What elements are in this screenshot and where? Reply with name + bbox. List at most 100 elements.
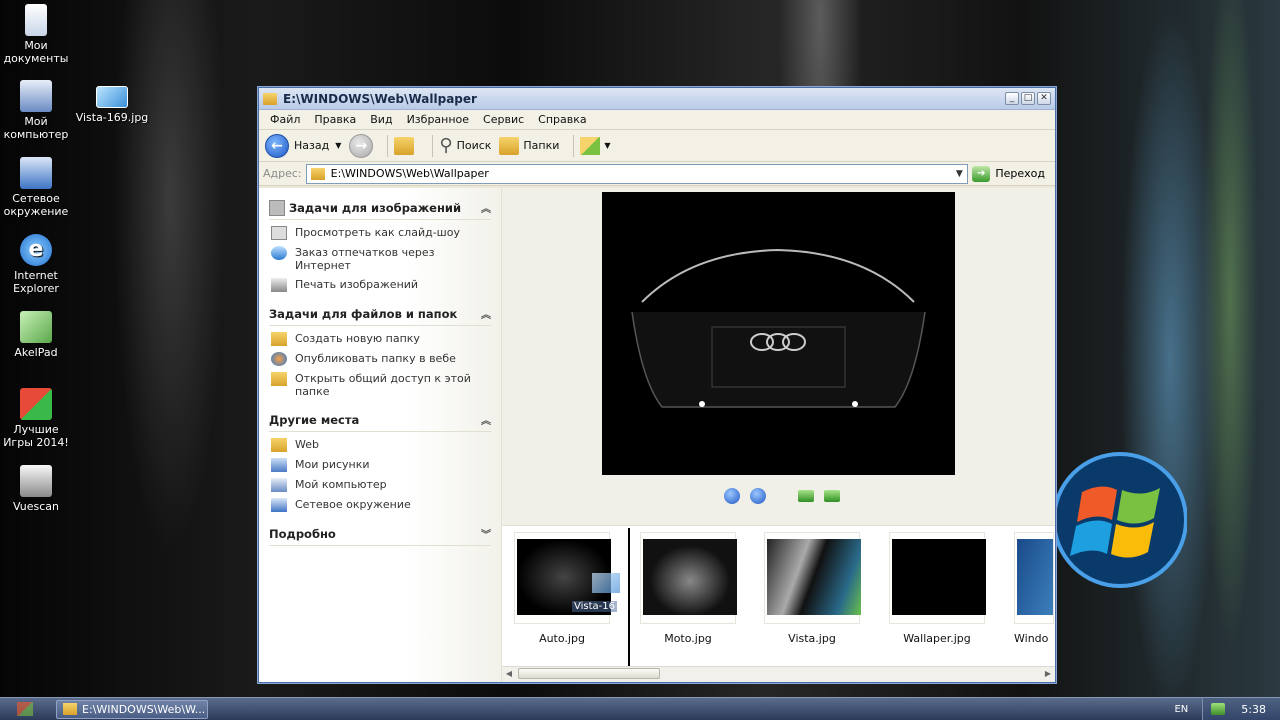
tray-app-icon[interactable] bbox=[1211, 703, 1226, 715]
other-places-header[interactable]: Другие места ︽ bbox=[269, 408, 491, 432]
viewer-controls bbox=[724, 488, 840, 504]
minimize-button[interactable]: _ bbox=[1005, 92, 1019, 105]
publish-web-icon bbox=[271, 352, 287, 366]
details-group: Подробно ︾ bbox=[269, 522, 491, 546]
go-arrow-icon: ➔ bbox=[972, 165, 991, 182]
collapse-chevron-icon[interactable]: ︽ bbox=[481, 200, 491, 215]
folders-button[interactable]: Папки bbox=[499, 136, 559, 155]
back-dropdown-icon[interactable]: ▼ bbox=[335, 141, 341, 150]
collapse-chevron-icon[interactable]: ︽ bbox=[481, 412, 491, 427]
task-slideshow[interactable]: Просмотреть как слайд-шоу bbox=[269, 226, 491, 240]
place-web[interactable]: Web bbox=[269, 438, 491, 452]
close-button[interactable]: ✕ bbox=[1037, 92, 1051, 105]
title-bar[interactable]: E:\WINDOWS\Web\Wallpaper _ □ ✕ bbox=[259, 88, 1055, 110]
menu-file[interactable]: Файл bbox=[263, 113, 307, 126]
thumbnail-vista[interactable] bbox=[764, 532, 861, 624]
views-button[interactable]: ▼ bbox=[580, 136, 611, 155]
address-dropdown-icon[interactable]: ▼ bbox=[951, 165, 967, 183]
next-image-button[interactable] bbox=[750, 488, 766, 504]
thumbnail-image bbox=[767, 539, 861, 615]
share-folder-icon bbox=[271, 372, 287, 386]
menu-view[interactable]: Вид bbox=[363, 113, 399, 126]
toolbar-separator bbox=[387, 134, 389, 157]
games-icon bbox=[20, 388, 52, 420]
thumbnail-image bbox=[643, 539, 737, 615]
folder-icon bbox=[263, 92, 277, 105]
network-icon bbox=[271, 498, 287, 512]
car-preview-image bbox=[631, 248, 926, 408]
expand-chevron-icon[interactable]: ︾ bbox=[481, 526, 491, 541]
back-arrow-icon: ← bbox=[265, 133, 289, 158]
desktop-icon-my-computer[interactable]: Мой компьютер bbox=[0, 80, 74, 141]
rotate-clockwise-button[interactable] bbox=[798, 490, 814, 502]
desktop-icon-games[interactable]: Лучшие Игры 2014! bbox=[0, 388, 74, 449]
back-button[interactable]: ← Назад ▼ bbox=[265, 133, 341, 158]
details-header[interactable]: Подробно ︾ bbox=[269, 522, 491, 546]
order-prints-icon bbox=[271, 246, 287, 260]
menu-tools[interactable]: Сервис bbox=[476, 113, 531, 126]
maximize-button[interactable]: □ bbox=[1021, 92, 1035, 105]
thumbnail-label: Windo bbox=[1014, 632, 1049, 645]
printer-icon bbox=[271, 278, 287, 292]
internet-explorer-icon: e bbox=[20, 234, 52, 266]
taskbar: E:\WINDOWS\Web\W... EN 5:38 bbox=[0, 697, 1280, 720]
previous-image-button[interactable] bbox=[724, 488, 740, 504]
scroll-left-icon[interactable]: ◀ bbox=[502, 669, 516, 678]
system-tray: EN 5:38 bbox=[1174, 698, 1280, 720]
task-order-prints[interactable]: Заказ отпечатков через Интернет bbox=[269, 246, 491, 272]
image-tasks-group: Задачи для изображений ︽ Просмотреть как… bbox=[269, 196, 491, 292]
thumbnail-windows[interactable] bbox=[1014, 532, 1054, 624]
menu-edit[interactable]: Правка bbox=[307, 113, 363, 126]
desktop-icon-network[interactable]: Сетевое окружение bbox=[0, 157, 74, 218]
task-pane: Задачи для изображений ︽ Просмотреть как… bbox=[259, 188, 502, 682]
search-icon: ⚲ bbox=[439, 135, 453, 156]
place-my-computer[interactable]: Мой компьютер bbox=[269, 478, 491, 492]
start-button[interactable] bbox=[0, 698, 50, 720]
thumbnail-label: Moto.jpg bbox=[664, 632, 712, 645]
task-share-folder[interactable]: Открыть общий доступ к этой папке bbox=[269, 372, 491, 398]
pictures-folder-icon bbox=[271, 458, 287, 472]
thumbnail-wallaper[interactable] bbox=[889, 532, 986, 624]
notepad-icon bbox=[20, 311, 52, 343]
drag-ghost bbox=[592, 573, 620, 593]
desktop-icon-vuescan[interactable]: Vuescan bbox=[0, 465, 74, 513]
up-folder-button[interactable] bbox=[394, 136, 418, 155]
horizontal-scrollbar[interactable]: ◀ ▶ bbox=[502, 666, 1055, 680]
task-new-folder[interactable]: Создать новую папку bbox=[269, 332, 491, 346]
desktop-icon-internet-explorer[interactable]: e Internet Explorer bbox=[0, 234, 74, 295]
desktop-icon-my-documents[interactable]: Мои документы bbox=[0, 4, 74, 65]
scroll-right-icon[interactable]: ▶ bbox=[1041, 669, 1055, 678]
task-print-images[interactable]: Печать изображений bbox=[269, 278, 491, 292]
thumbnail-moto[interactable] bbox=[640, 532, 737, 624]
menu-favorites[interactable]: Избранное bbox=[400, 113, 476, 126]
up-folder-icon bbox=[394, 136, 415, 155]
file-tasks-group: Задачи для файлов и папок ︽ Создать нову… bbox=[269, 302, 491, 398]
explorer-window: E:\WINDOWS\Web\Wallpaper _ □ ✕ Файл Прав… bbox=[258, 87, 1056, 683]
rotate-counterclockwise-button[interactable] bbox=[824, 490, 840, 502]
file-tasks-header[interactable]: Задачи для файлов и папок ︽ bbox=[269, 302, 491, 326]
taskbar-explorer-button[interactable]: E:\WINDOWS\Web\W... bbox=[56, 699, 208, 719]
folder-icon bbox=[63, 703, 77, 715]
go-button[interactable]: ➔ Переход bbox=[972, 165, 1051, 182]
clock[interactable]: 5:38 bbox=[1241, 703, 1266, 716]
place-network[interactable]: Сетевое окружение bbox=[269, 498, 491, 512]
forward-button[interactable]: → bbox=[349, 133, 374, 158]
menu-bar: Файл Правка Вид Избранное Сервис Справка bbox=[259, 110, 1055, 130]
task-publish-web[interactable]: Опубликовать папку в вебе bbox=[269, 352, 491, 366]
folder-icon bbox=[271, 438, 287, 452]
image-tasks-header[interactable]: Задачи для изображений ︽ bbox=[269, 196, 491, 220]
desktop-icon-akelpad[interactable]: AkelPad bbox=[0, 311, 74, 359]
menu-help[interactable]: Справка bbox=[531, 113, 593, 126]
search-button[interactable]: ⚲ Поиск bbox=[439, 135, 491, 156]
toolbar-separator bbox=[432, 134, 434, 157]
folder-icon bbox=[310, 167, 325, 180]
desktop-icon-vista-jpg[interactable]: Vista-169.jpg bbox=[74, 86, 150, 124]
image-preview bbox=[602, 192, 955, 475]
thumbnail-label: Vista.jpg bbox=[788, 632, 836, 645]
address-input[interactable]: E:\WINDOWS\Web\Wallpaper ▼ bbox=[305, 163, 969, 184]
collapse-chevron-icon[interactable]: ︽ bbox=[481, 306, 491, 321]
scrollbar-thumb[interactable] bbox=[518, 668, 660, 679]
language-indicator[interactable]: EN bbox=[1174, 704, 1188, 715]
windows-logo-wallpaper bbox=[1052, 452, 1187, 588]
place-my-pictures[interactable]: Мои рисунки bbox=[269, 458, 491, 472]
